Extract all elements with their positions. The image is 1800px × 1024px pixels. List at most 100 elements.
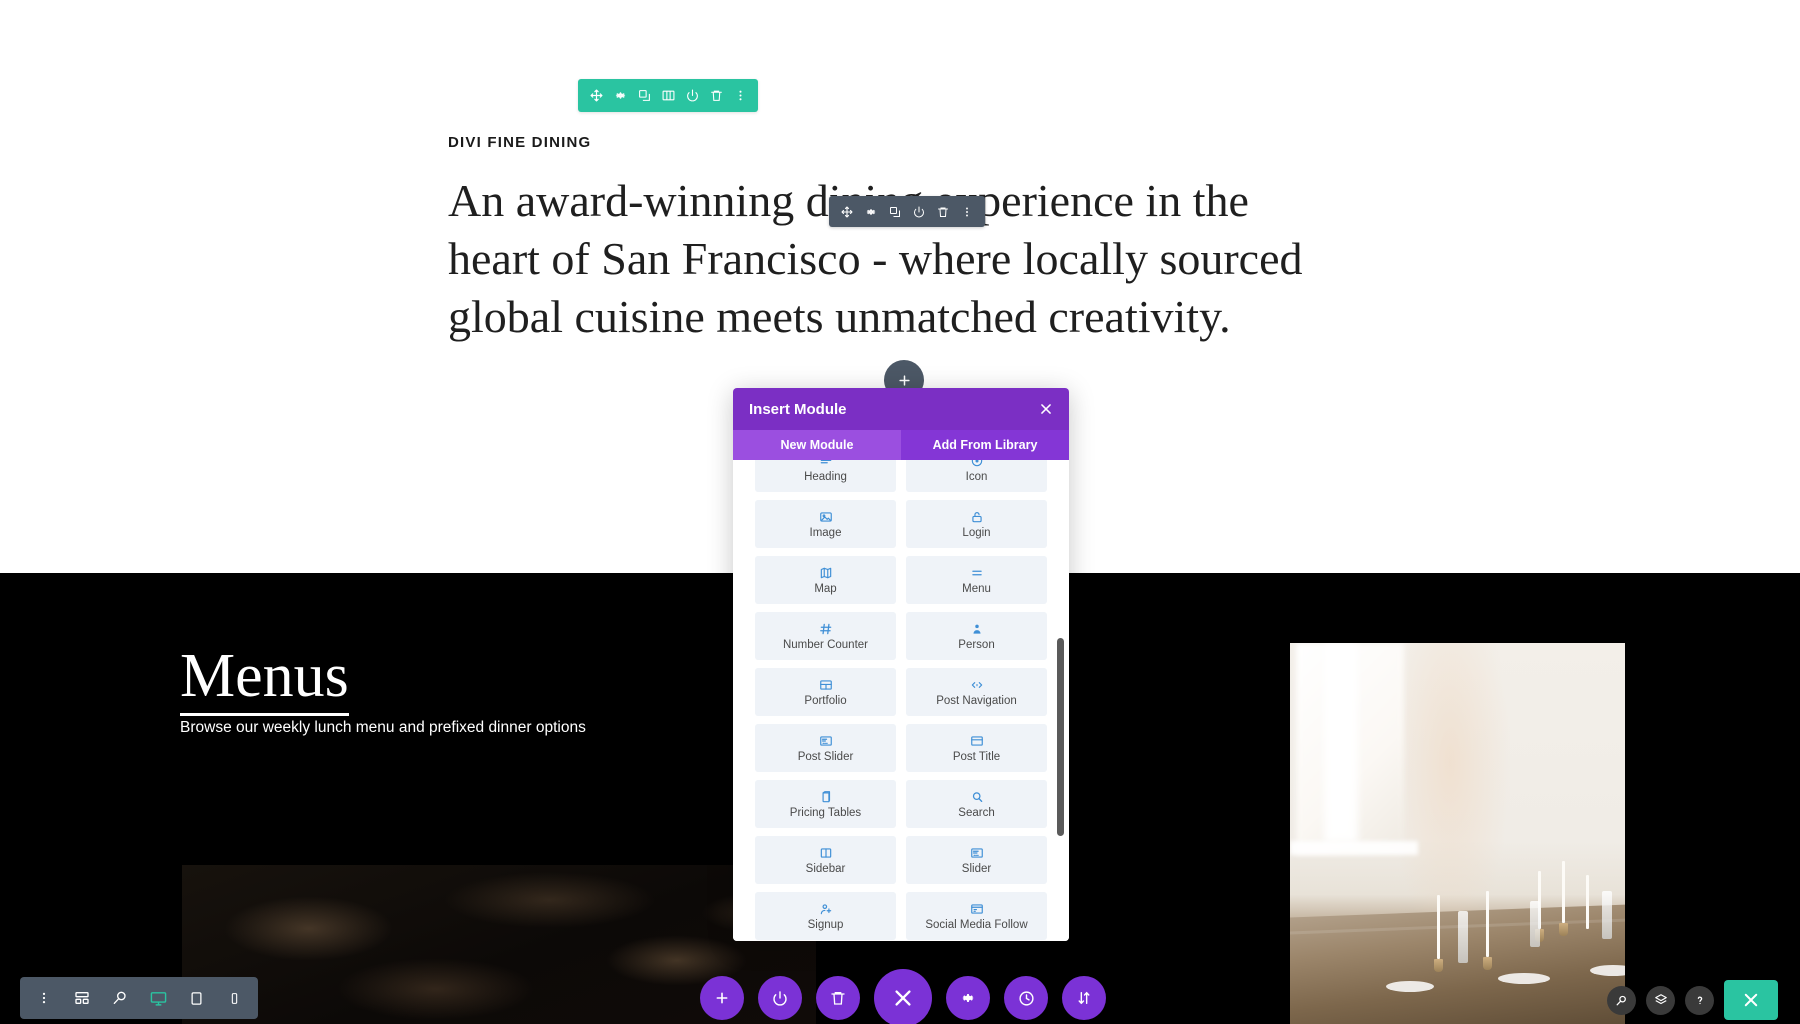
modal-scrollbar[interactable] xyxy=(1057,638,1064,836)
dining-table-photo xyxy=(1290,643,1625,1024)
module-option-label: Portfolio xyxy=(804,694,847,707)
search-icon xyxy=(1616,995,1626,1005)
layers-button[interactable] xyxy=(1646,985,1675,1015)
module-option-login[interactable]: Login xyxy=(906,500,1047,548)
module-option-label: Post Title xyxy=(952,750,1001,763)
module-option-label: Icon xyxy=(965,470,988,483)
insert-module-modal: Insert Module New Module Add From Librar… xyxy=(733,388,1069,941)
menus-title: Menus xyxy=(180,645,349,716)
module-option-sidebar[interactable]: Sidebar xyxy=(755,836,896,884)
grid-icon xyxy=(819,678,833,692)
bottom-right-toolbar xyxy=(1607,978,1778,1022)
more-vertical-icon[interactable] xyxy=(30,984,58,1012)
module-option-heading[interactable]: Heading xyxy=(755,460,896,492)
photo-candle xyxy=(1437,895,1440,959)
search-icon xyxy=(970,790,984,804)
hash-icon xyxy=(819,622,833,636)
power-icon xyxy=(773,991,787,1006)
help-button[interactable] xyxy=(1685,985,1714,1015)
help-icon xyxy=(1697,996,1702,1005)
power-button[interactable] xyxy=(758,976,802,1020)
photo-candle xyxy=(1586,875,1589,929)
module-option-post-navigation[interactable]: Post Navigation xyxy=(906,668,1047,716)
menus-subtitle: Browse our weekly lunch menu and prefixe… xyxy=(180,719,586,736)
post-title-icon xyxy=(970,734,984,748)
gear-icon[interactable] xyxy=(859,197,883,227)
settings-button[interactable] xyxy=(946,976,990,1020)
module-option-signup[interactable]: Signup xyxy=(755,892,896,940)
module-option-search[interactable]: Search xyxy=(906,780,1047,828)
trash-icon xyxy=(831,992,845,1005)
post-slider-icon xyxy=(819,734,833,748)
photo-candle xyxy=(1486,891,1489,957)
modal-title: Insert Module xyxy=(749,400,847,418)
module-option-label: Image xyxy=(809,526,842,539)
heading-icon xyxy=(819,460,833,468)
columns-icon[interactable] xyxy=(656,81,680,111)
move-icon[interactable] xyxy=(835,197,859,227)
module-option-label: Menu xyxy=(962,582,991,595)
close-icon[interactable] xyxy=(1039,402,1053,416)
visual-builder-canvas: DIVI FINE DINING An award-winning dining… xyxy=(0,0,1800,1024)
duplicate-icon[interactable] xyxy=(883,197,907,227)
plus-icon xyxy=(716,992,728,1004)
trash-icon[interactable] xyxy=(931,197,955,227)
module-option-slider[interactable]: Slider xyxy=(906,836,1047,884)
photo-candle-holder xyxy=(1434,959,1443,972)
layers-icon xyxy=(1654,994,1667,1005)
module-option-portfolio[interactable]: Portfolio xyxy=(755,668,896,716)
module-option-map[interactable]: Map xyxy=(755,556,896,604)
module-option-social-media-follow[interactable]: Social Media Follow xyxy=(906,892,1047,940)
module-grid: Heading Icon Image Login Map Menu Number Count… xyxy=(755,460,1047,940)
hero-eyebrow: DIVI FINE DINING xyxy=(448,134,592,151)
move-icon[interactable] xyxy=(584,81,608,111)
exit-builder-button[interactable] xyxy=(1724,980,1778,1020)
photo-warm-light xyxy=(1390,643,1510,943)
slider-icon xyxy=(970,846,984,860)
wireframe-icon[interactable] xyxy=(68,984,96,1012)
person-add-icon xyxy=(819,902,833,916)
more-options-icon[interactable] xyxy=(728,81,752,111)
plus-icon xyxy=(898,374,910,386)
lock-icon xyxy=(970,510,984,524)
add-button[interactable] xyxy=(700,976,744,1020)
bottom-center-toolbar xyxy=(700,968,1106,1024)
module-option-image[interactable]: Image xyxy=(755,500,896,548)
close-builder-button[interactable] xyxy=(874,969,932,1024)
sort-icon xyxy=(1078,991,1090,1005)
post-navigation-icon xyxy=(970,678,984,692)
desktop-icon[interactable] xyxy=(144,984,172,1012)
power-icon[interactable] xyxy=(907,197,931,227)
power-icon[interactable] xyxy=(680,81,704,111)
photo-candle xyxy=(1562,861,1565,923)
zoom-out-icon[interactable] xyxy=(106,984,134,1012)
module-toolbar[interactable] xyxy=(829,196,985,227)
module-option-icon[interactable]: Icon xyxy=(906,460,1047,492)
photo-bottle xyxy=(1458,911,1468,963)
map-icon xyxy=(819,566,833,580)
module-option-post-title[interactable]: Post Title xyxy=(906,724,1047,772)
person-icon xyxy=(970,622,984,636)
tab-new-module[interactable]: New Module xyxy=(733,430,901,460)
sidebar-icon xyxy=(819,846,833,860)
section-toolbar[interactable] xyxy=(578,79,758,112)
search-button[interactable] xyxy=(1607,985,1636,1015)
gear-icon[interactable] xyxy=(608,81,632,111)
module-option-menu[interactable]: Menu xyxy=(906,556,1047,604)
module-option-number-counter[interactable]: Number Counter xyxy=(755,612,896,660)
duplicate-icon[interactable] xyxy=(632,81,656,111)
module-option-pricing-tables[interactable]: Pricing Tables xyxy=(755,780,896,828)
phone-icon[interactable] xyxy=(220,984,248,1012)
module-option-person[interactable]: Person xyxy=(906,612,1047,660)
tab-add-from-library[interactable]: Add From Library xyxy=(901,430,1069,460)
tablet-icon[interactable] xyxy=(182,984,210,1012)
module-option-post-slider[interactable]: Post Slider xyxy=(755,724,896,772)
module-option-label: Map xyxy=(814,582,837,595)
history-button[interactable] xyxy=(1004,976,1048,1020)
module-option-label: Pricing Tables xyxy=(789,806,862,819)
sort-button[interactable] xyxy=(1062,976,1106,1020)
trash-icon[interactable] xyxy=(704,81,728,111)
module-option-label: Heading xyxy=(804,470,847,483)
more-options-icon[interactable] xyxy=(955,197,979,227)
trash-button[interactable] xyxy=(816,976,860,1020)
